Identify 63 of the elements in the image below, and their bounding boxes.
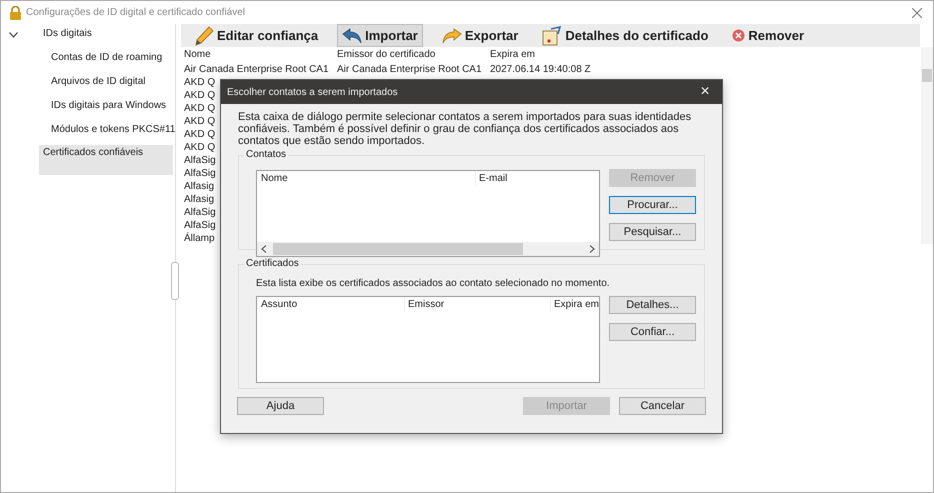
lock-icon	[9, 6, 22, 20]
close-icon[interactable]	[912, 8, 922, 18]
scroll-right-icon[interactable]	[589, 245, 595, 253]
dialog-button[interactable]: Detalhes...	[609, 296, 696, 314]
column-header[interactable]: Emissor	[404, 297, 550, 312]
scrollbar[interactable]	[921, 47, 933, 244]
certificate-icon	[542, 26, 562, 46]
sidebar-item[interactable]: Arquivos de ID digital	[47, 74, 175, 90]
sidebar-item[interactable]: Módulos e tokens PKCS#11	[47, 122, 175, 138]
group-label: Certificados	[244, 258, 301, 269]
dialog-button[interactable]: Ajuda	[237, 397, 324, 415]
scroll-left-icon[interactable]	[261, 245, 267, 253]
horizontal-scrollbar[interactable]	[257, 242, 599, 256]
remove-icon	[732, 29, 746, 42]
column-header[interactable]: Assunto	[261, 297, 404, 312]
table-cell: AlfaSig	[184, 219, 216, 232]
table-cell: AlfaSig	[184, 167, 216, 180]
forward-arrow-icon	[442, 28, 462, 44]
table-cell: AKD Q	[184, 102, 216, 115]
column-header[interactable]: Emissor do certificado	[337, 47, 490, 63]
table-cell: Alfasig	[184, 180, 214, 193]
certificates-list[interactable]: Assunto Emissor Expira em	[256, 296, 600, 383]
pencil-icon	[194, 26, 214, 46]
table-cell: 2027.06.14 19:40:08 Z	[490, 63, 591, 76]
table-cell-text: Air Canada Enterprise Root CA1	[337, 63, 483, 76]
description-text: Esta lista exibe os certificados associados ao contato selecionado no momento.	[256, 278, 611, 289]
dialog-title: Escolher contatos a serem importados	[227, 86, 398, 98]
dialog-button[interactable]: Pesquisar...	[609, 223, 696, 241]
close-button[interactable]: ×	[688, 82, 722, 102]
dialog-button[interactable]: Confiar...	[609, 323, 696, 341]
table-cell: AKD Q	[184, 115, 216, 128]
table-cell-text: Air Canada Enterprise Root CA1	[184, 63, 330, 76]
sidebar-item[interactable]: IDs digitais	[39, 26, 96, 42]
table-cell: Alfasig	[184, 193, 214, 206]
toolbar-button[interactable]: Remover	[727, 24, 810, 47]
column-header[interactable]: Nome	[184, 47, 337, 63]
sidebar-item[interactable]: Certificados confiáveis	[39, 145, 174, 175]
table-cell: AlfaSig	[184, 154, 216, 167]
column-header[interactable]: Expira em	[550, 297, 600, 312]
table-cell: AKD Q	[184, 128, 216, 141]
toolbar-button[interactable]: Detalhes do certificado	[537, 24, 714, 47]
table-cell: AKD Q	[184, 141, 216, 154]
splitter-handle[interactable]	[171, 262, 179, 300]
table-cell: AlfaSig	[184, 206, 216, 219]
table-cell: AKD Q	[184, 76, 216, 89]
column-header[interactable]: Nome	[261, 171, 475, 186]
toolbar-button[interactable]: Editar confiança	[189, 24, 324, 47]
column-header[interactable]: Expira em	[490, 47, 536, 63]
sidebar-item[interactable]: IDs digitais para Windows	[47, 98, 175, 114]
intro-text: Esta caixa de diálogo permite selecionar contatos a serem importados para suas identidades confiáveis. Também é possível definir o grau de confiança dos certificados associados aos contatos que estão sendo importados.	[238, 111, 692, 147]
sidebar-item[interactable]: Contas de ID de roaming	[47, 50, 175, 66]
group-label: Contatos	[244, 149, 288, 160]
window-title: Configurações de ID digital e certificado confiável	[26, 7, 246, 18]
dialog-button[interactable]: Procurar...	[609, 196, 696, 214]
toolbar-button[interactable]: Exportar	[436, 24, 524, 47]
column-header[interactable]: E-mail	[475, 171, 508, 186]
back-arrow-icon	[342, 28, 362, 44]
dialog-button[interactable]: Cancelar	[619, 397, 706, 415]
table-cell: AKD Q	[184, 89, 216, 102]
contacts-list[interactable]: Nome E-mail	[256, 170, 600, 257]
toolbar-button[interactable]: Importar	[337, 24, 423, 47]
table-cell: Államp	[184, 232, 215, 245]
chevron-icon[interactable]	[9, 32, 18, 38]
